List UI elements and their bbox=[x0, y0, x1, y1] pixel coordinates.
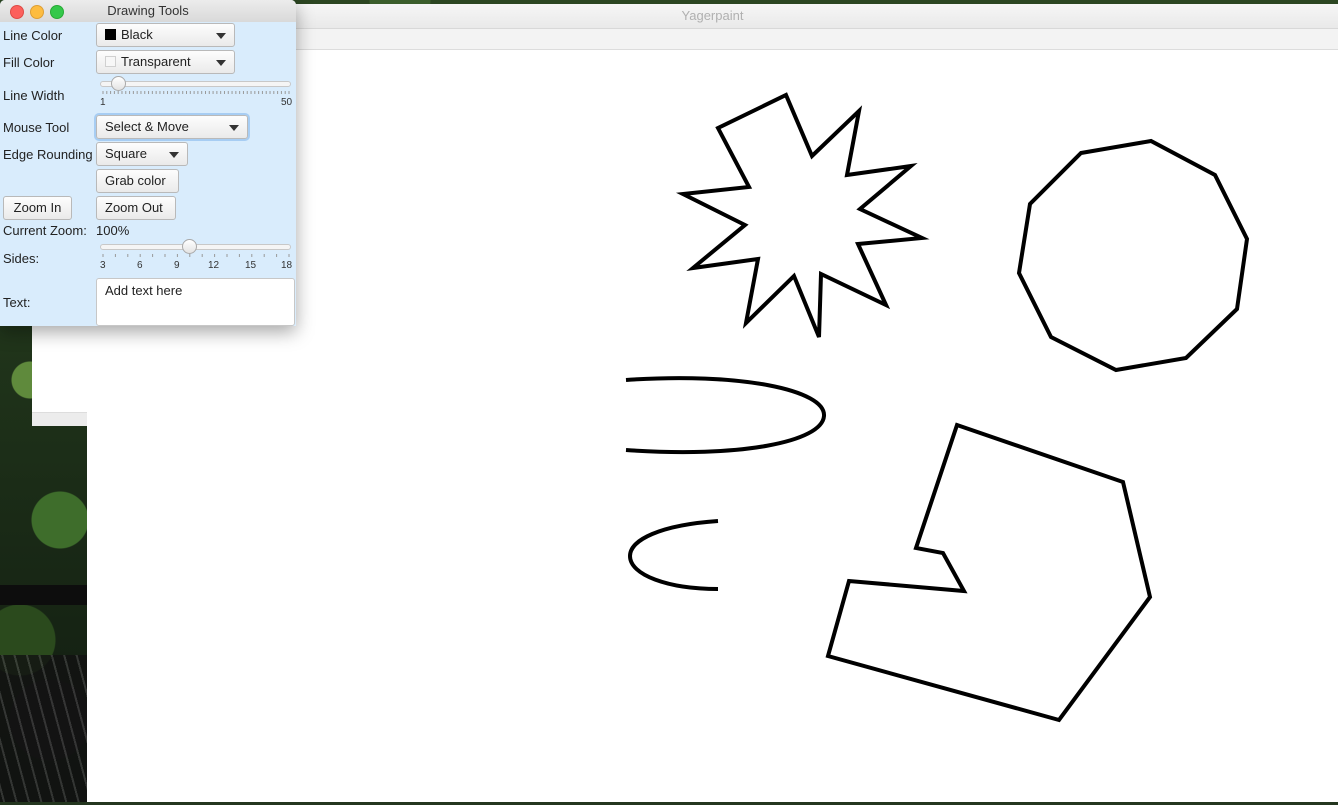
current-zoom-value: 100% bbox=[96, 223, 130, 238]
star-shape bbox=[675, 92, 930, 338]
sides-tick-label: 3 bbox=[100, 260, 106, 271]
line-width-slider-thumb[interactable] bbox=[111, 76, 126, 91]
sides-ticks bbox=[102, 254, 290, 257]
half-ellipse-shape-top bbox=[625, 376, 827, 455]
line-width-label: Line Width bbox=[3, 88, 65, 103]
line-width-max-label: 50 bbox=[281, 97, 293, 108]
grab-color-button[interactable]: Grab color bbox=[96, 169, 179, 193]
chevron-down-icon bbox=[216, 33, 226, 39]
text-input[interactable]: Add text here bbox=[96, 278, 295, 326]
mouse-tool-value: Select & Move bbox=[105, 119, 189, 134]
chevron-down-icon bbox=[216, 60, 226, 66]
chevron-down-icon bbox=[229, 125, 239, 131]
fill-color-label: Fill Color bbox=[3, 55, 55, 70]
zoom-in-button[interactable]: Zoom In bbox=[3, 196, 72, 220]
line-width-min-label: 1 bbox=[100, 97, 106, 108]
desktop-fence-mesh bbox=[0, 655, 87, 802]
edge-rounding-value: Square bbox=[105, 146, 147, 161]
sides-slider-thumb[interactable] bbox=[182, 239, 197, 254]
desktop-fence bbox=[0, 585, 87, 605]
text-label: Text: bbox=[3, 295, 31, 310]
sides-tick-label: 12 bbox=[208, 260, 220, 271]
close-button[interactable] bbox=[10, 5, 24, 19]
sides-tick-label: 6 bbox=[137, 260, 143, 271]
sides-tick-label: 18 bbox=[281, 260, 293, 271]
line-color-dropdown[interactable]: Black bbox=[96, 23, 235, 47]
decagon-shape bbox=[1016, 138, 1250, 373]
line-width-slider-track[interactable] bbox=[100, 81, 291, 87]
sides-tick-label: 15 bbox=[245, 260, 257, 271]
sides-label: Sides: bbox=[3, 251, 40, 266]
line-width-ticks bbox=[102, 91, 290, 94]
fill-color-dropdown[interactable]: Transparent bbox=[96, 50, 235, 74]
drawing-tools-window: Drawing Tools Line Color Black Fill Colo… bbox=[0, 0, 296, 326]
zoom-out-button[interactable]: Zoom Out bbox=[96, 196, 176, 220]
edge-rounding-label: Edge Rounding bbox=[3, 147, 93, 162]
chevron-down-icon bbox=[169, 152, 179, 158]
polygon-shape bbox=[825, 422, 1153, 723]
mouse-tool-label: Mouse Tool bbox=[3, 120, 70, 135]
transparent-swatch-icon bbox=[105, 56, 116, 67]
current-zoom-label: Current Zoom: bbox=[3, 223, 87, 238]
tools-window-title: Drawing Tools bbox=[0, 0, 296, 22]
black-swatch-icon bbox=[105, 29, 116, 40]
sides-tick-label: 9 bbox=[174, 260, 180, 271]
edge-rounding-dropdown[interactable]: Square bbox=[96, 142, 188, 166]
line-color-value: Black bbox=[121, 27, 153, 42]
zoom-button[interactable] bbox=[50, 5, 64, 19]
line-color-label: Line Color bbox=[3, 28, 63, 43]
half-ellipse-shape-bottom bbox=[627, 519, 719, 591]
minimize-button[interactable] bbox=[30, 5, 44, 19]
mouse-tool-dropdown[interactable]: Select & Move bbox=[96, 115, 248, 139]
fill-color-value: Transparent bbox=[121, 54, 191, 69]
